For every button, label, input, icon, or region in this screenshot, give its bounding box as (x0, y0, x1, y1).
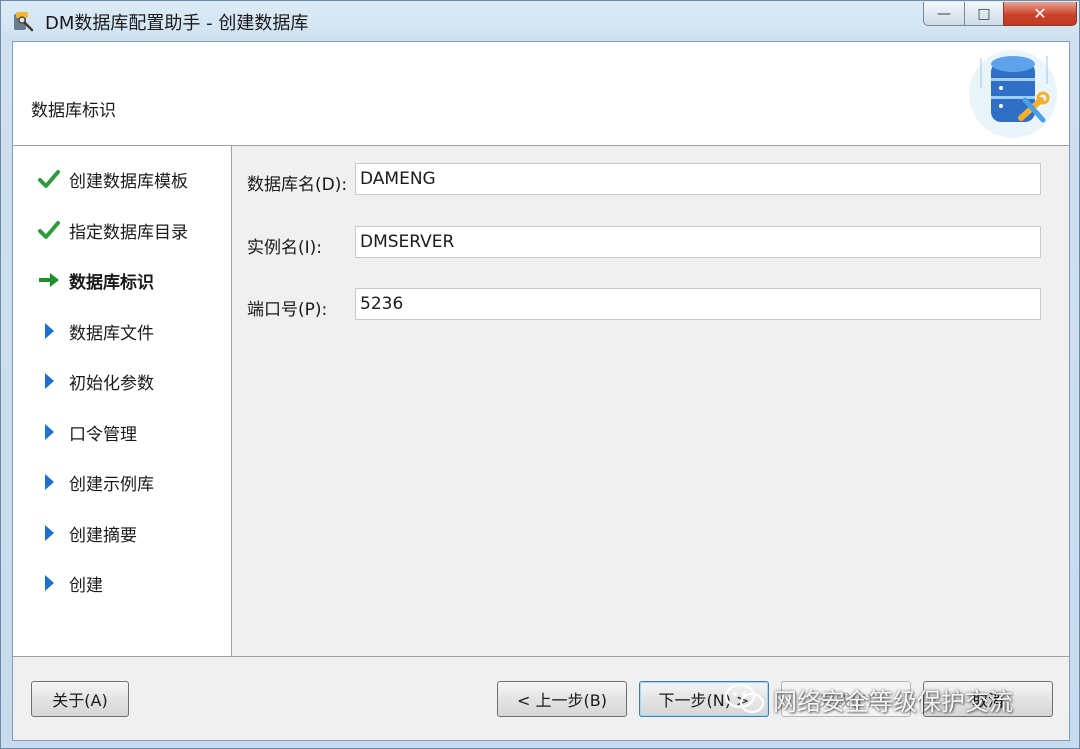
app-icon (14, 12, 34, 32)
step-label: 创建 (69, 575, 103, 596)
wizard-steps-panel: 创建数据库模板 指定数据库目录 数据库标识 数据库文件 初始化参数 口令管理 创… (13, 146, 232, 656)
step-db-files: 数据库文件 (13, 314, 231, 348)
db-name-label: 数据库名(D): (247, 175, 348, 195)
close-icon: ✕ (1033, 4, 1047, 23)
triangle-right-icon (45, 575, 54, 591)
step-label: 数据库标识 (69, 272, 154, 293)
page-title: 数据库标识 (31, 101, 116, 121)
port-label: 端口号(P): (247, 300, 328, 320)
wechat-icon (724, 683, 765, 714)
title-bar[interactable]: DM数据库配置助手 - 创建数据库 — □ ✕ (1, 1, 1079, 41)
db-identifier-form: 数据库名(D): 实例名(I): 端口号(P): (233, 146, 1069, 656)
step-db-directory: 指定数据库目录 (13, 213, 231, 247)
triangle-right-icon (45, 323, 54, 339)
step-label: 创建数据库模板 (69, 171, 188, 192)
step-init-params: 初始化参数 (13, 364, 231, 398)
step-create-template: 创建数据库模板 (13, 162, 231, 196)
window-title: DM数据库配置助手 - 创建数据库 (45, 13, 309, 34)
step-summary: 创建摘要 (13, 516, 231, 550)
database-tools-logo-icon (969, 50, 1057, 138)
step-label: 创建示例库 (69, 474, 154, 495)
step-sample-db: 创建示例库 (13, 465, 231, 499)
step-password-mgmt: 口令管理 (13, 415, 231, 449)
close-button[interactable]: ✕ (1003, 2, 1077, 26)
watermark-text: 网络安全等级保护交流 (773, 687, 1013, 716)
step-create: 创建 (13, 566, 231, 600)
step-label: 初始化参数 (69, 373, 154, 394)
step-label: 创建摘要 (69, 525, 137, 546)
previous-button[interactable]: < 上一步(B) (497, 681, 627, 717)
triangle-right-icon (45, 474, 54, 490)
wizard-header: 数据库标识 (13, 42, 1069, 146)
checkmark-icon (38, 170, 60, 188)
triangle-right-icon (45, 373, 54, 389)
arrow-right-icon (39, 273, 59, 287)
port-input[interactable] (355, 288, 1041, 320)
minimize-button[interactable]: — (923, 2, 965, 26)
step-label: 数据库文件 (69, 323, 154, 344)
about-button[interactable]: 关于(A) (31, 681, 129, 717)
instance-name-input[interactable] (355, 226, 1041, 258)
step-db-identifier: 数据库标识 (13, 263, 231, 297)
instance-name-label: 实例名(I): (247, 238, 323, 258)
checkmark-icon (38, 221, 60, 239)
triangle-right-icon (45, 424, 54, 440)
maximize-icon: □ (977, 5, 991, 22)
step-label: 口令管理 (69, 424, 137, 445)
maximize-button[interactable]: □ (964, 2, 1004, 26)
dialog-client-area: 数据库标识 创建数据库模板 指定数据库目录 数据库标识 数据库文件 初始化参数 … (12, 41, 1070, 741)
step-label: 指定数据库目录 (69, 222, 188, 243)
triangle-right-icon (45, 525, 54, 541)
dialog-window: DM数据库配置助手 - 创建数据库 — □ ✕ 数据库标识 创建数据库模板 指定… (0, 0, 1080, 749)
watermark: 网络安全等级保护交流 (723, 677, 1013, 721)
db-name-input[interactable] (355, 163, 1041, 195)
minimize-icon: — (937, 5, 951, 22)
